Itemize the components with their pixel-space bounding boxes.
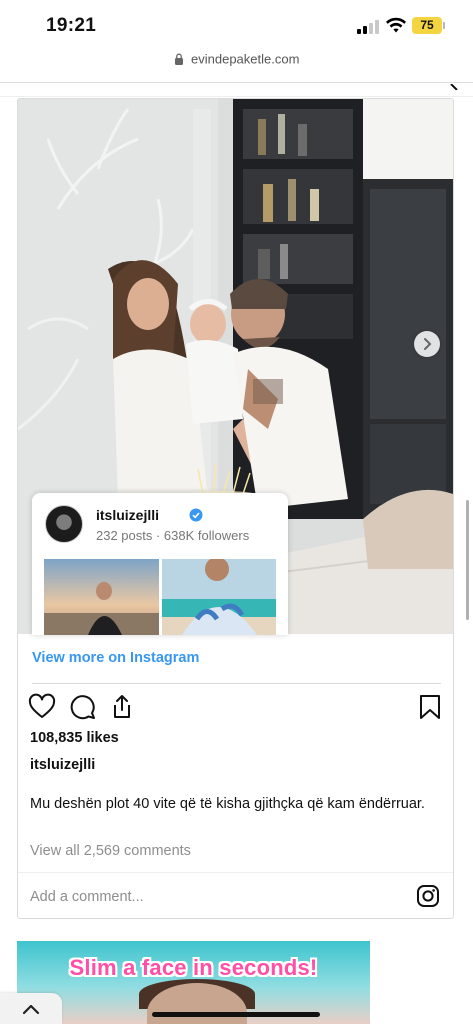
divider <box>18 872 453 873</box>
ad-headline: Slim a face in seconds! <box>69 955 318 980</box>
address-bar[interactable]: evindepaketle.com <box>0 50 473 80</box>
share-icon[interactable] <box>108 693 136 721</box>
profile-thumbnail[interactable] <box>44 559 159 635</box>
battery-icon: 75 <box>412 17 442 34</box>
url-text: evindepaketle.com <box>191 51 300 67</box>
avatar[interactable] <box>45 505 83 543</box>
next-photo-button[interactable] <box>414 331 440 357</box>
scrollbar[interactable] <box>466 500 469 620</box>
search-icon[interactable] <box>449 84 459 90</box>
divider <box>32 683 441 684</box>
cellular-signal-icon <box>357 20 379 34</box>
comment-icon[interactable] <box>68 693 96 721</box>
like-count[interactable]: 108,835 likes <box>30 730 119 746</box>
site-header-edge <box>0 83 473 97</box>
add-comment-input[interactable]: Add a comment... <box>30 889 144 905</box>
home-indicator[interactable] <box>152 1012 320 1017</box>
ad-collapse-button[interactable] <box>0 993 62 1024</box>
battery-nub <box>443 22 445 29</box>
profile-username[interactable]: itsluizejlli <box>96 507 159 523</box>
instagram-embed: itsluizejlli 232 posts · 638K followers <box>17 98 454 919</box>
caption-username[interactable]: itsluizejlli <box>30 757 95 773</box>
view-more-on-instagram-link[interactable]: View more on Instagram <box>32 650 199 666</box>
profile-stats: 232 posts · 638K followers <box>96 528 250 543</box>
clock: 19:21 <box>46 15 97 36</box>
profile-thumbnail[interactable] <box>162 559 276 635</box>
chevron-right-icon <box>424 338 432 350</box>
profile-card[interactable]: itsluizejlli 232 posts · 638K followers <box>32 493 288 635</box>
instagram-logo-icon[interactable] <box>416 884 440 908</box>
status-bar: 19:21 75 <box>0 0 473 50</box>
bookmark-icon[interactable] <box>416 693 444 721</box>
heart-icon[interactable] <box>28 693 56 721</box>
view-all-comments-link[interactable]: View all 2,569 comments <box>30 843 191 859</box>
chevron-up-icon <box>22 1004 40 1015</box>
verified-badge-icon <box>189 508 203 522</box>
post-caption: Mu deshën plot 40 vite që të kisha gjith… <box>30 796 425 812</box>
wifi-icon <box>386 17 406 33</box>
lock-icon <box>174 53 183 65</box>
